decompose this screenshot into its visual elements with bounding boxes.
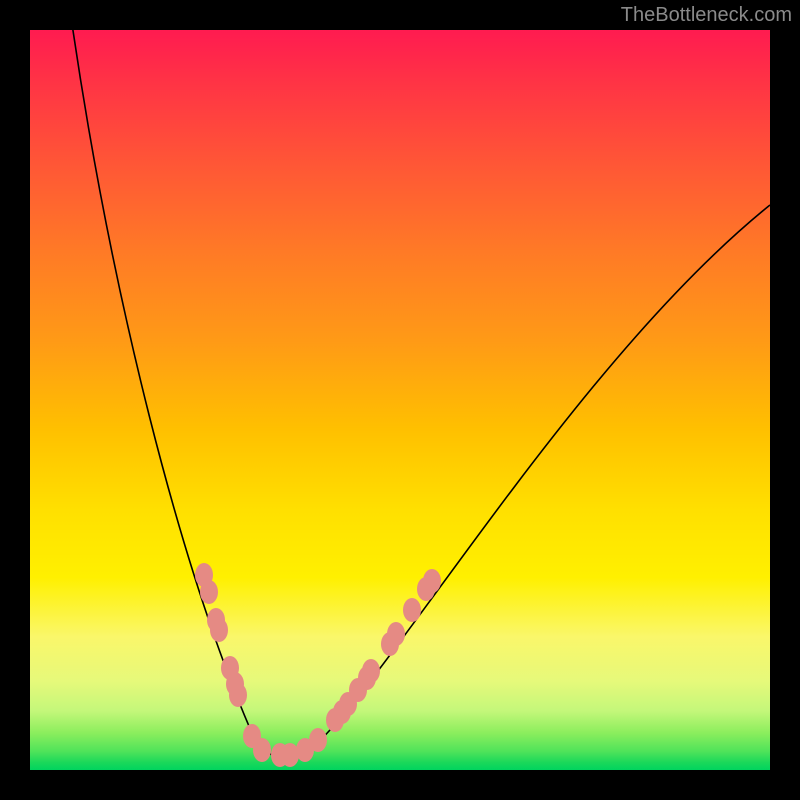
plot-area: [30, 30, 770, 770]
chart-frame: TheBottleneck.com: [0, 0, 800, 800]
watermark-text: TheBottleneck.com: [621, 4, 792, 27]
gradient-background: [30, 30, 770, 770]
